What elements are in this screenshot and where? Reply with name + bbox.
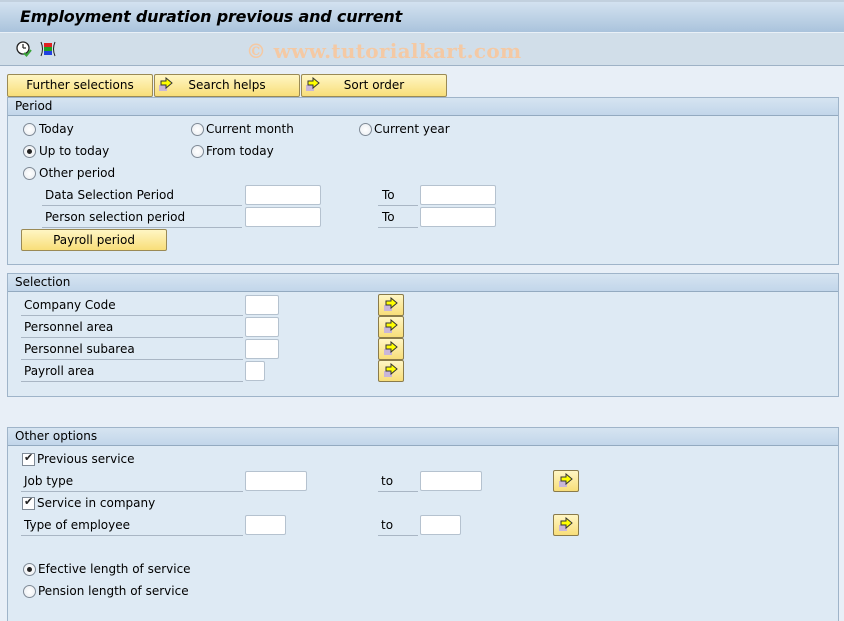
watermark-text: © www.tutorialkart.com [246, 39, 522, 63]
radio-effective-length-of-service[interactable] [23, 563, 36, 576]
label-underline [21, 359, 243, 360]
selection-group: Selection [7, 273, 839, 397]
arrow-right-icon [384, 297, 398, 311]
job-type-from-input[interactable] [245, 471, 307, 491]
personnel-subarea-multiple-selection-button[interactable] [378, 338, 404, 360]
label-from-today: From today [206, 144, 274, 158]
job-type-to-input[interactable] [420, 471, 482, 491]
payroll-area-multiple-selection-button[interactable] [378, 360, 404, 382]
label-to: To [382, 188, 395, 202]
person-selection-to-input[interactable] [420, 207, 496, 227]
type-of-employee-to-input[interactable] [420, 515, 461, 535]
radio-from-today[interactable] [191, 145, 204, 158]
other-options-header: Other options [8, 428, 838, 446]
further-selections-label: Further selections [26, 78, 134, 92]
label-other-period: Other period [39, 166, 116, 180]
payroll-area-input[interactable] [245, 361, 265, 381]
arrow-right-icon [559, 473, 573, 487]
label-previous-service: Previous service [37, 452, 135, 466]
company-code-multiple-selection-button[interactable] [378, 294, 404, 316]
payroll-period-button[interactable]: Payroll period [21, 229, 167, 251]
label-underline [378, 227, 418, 228]
page-title: Employment duration previous and current [20, 7, 403, 26]
label-up-to-today: Up to today [39, 144, 110, 158]
label-to: to [381, 518, 394, 532]
label-person-selection-period: Person selection period [45, 210, 186, 224]
label-underline [21, 381, 243, 382]
label-underline [21, 491, 243, 492]
arrow-right-icon [384, 319, 398, 333]
arrow-right-icon [559, 517, 573, 531]
label-company-code: Company Code [24, 298, 116, 312]
label-service-in-company: Service in company [37, 496, 156, 510]
period-header: Period [8, 98, 838, 116]
sort-order-button[interactable]: Sort order [301, 74, 447, 97]
select-variant-icon[interactable] [39, 40, 57, 58]
radio-up-to-today[interactable] [23, 145, 36, 158]
job-type-multiple-selection-button[interactable] [553, 470, 579, 492]
search-helps-label: Search helps [188, 78, 266, 92]
execute-clock-icon[interactable] [15, 40, 33, 58]
arrow-right-icon [384, 341, 398, 355]
label-current-month: Current month [206, 122, 294, 136]
radio-current-year[interactable] [359, 123, 372, 136]
company-code-input[interactable] [245, 295, 279, 315]
radio-other-period[interactable] [23, 167, 36, 180]
radio-pension-length-of-service[interactable] [23, 585, 36, 598]
sort-order-label: Sort order [343, 78, 405, 92]
radio-current-month[interactable] [191, 123, 204, 136]
label-underline [21, 535, 243, 536]
label-job-type: Job type [24, 474, 74, 488]
radio-today[interactable] [23, 123, 36, 136]
label-underline [378, 535, 418, 536]
title-bar: Employment duration previous and current [0, 0, 844, 33]
further-selections-button[interactable]: Further selections [7, 74, 153, 97]
label-underline [42, 205, 242, 206]
search-helps-button[interactable]: Search helps [154, 74, 300, 97]
label-to: to [381, 474, 394, 488]
previous-service-checkbox[interactable] [22, 451, 35, 466]
label-underline [21, 315, 243, 316]
label-to: To [382, 210, 395, 224]
label-personnel-subarea: Personnel subarea [24, 342, 135, 356]
person-selection-from-input[interactable] [245, 207, 321, 227]
label-payroll-area: Payroll area [24, 364, 95, 378]
application-toolbar: © www.tutorialkart.com [0, 33, 844, 66]
data-selection-to-input[interactable] [420, 185, 496, 205]
label-effective-length-of-service: Efective length of service [38, 562, 191, 576]
personnel-area-input[interactable] [245, 317, 279, 337]
arrow-right-icon [384, 363, 398, 377]
type-of-employee-from-input[interactable] [245, 515, 286, 535]
type-of-employee-multiple-selection-button[interactable] [553, 514, 579, 536]
label-pension-length-of-service: Pension length of service [38, 584, 189, 598]
label-personnel-area: Personnel area [24, 320, 114, 334]
label-underline [378, 491, 418, 492]
payroll-period-label: Payroll period [53, 233, 135, 247]
label-type-of-employee: Type of employee [24, 518, 130, 532]
personnel-subarea-input[interactable] [245, 339, 279, 359]
label-underline [21, 337, 243, 338]
label-today: Today [39, 122, 74, 136]
personnel-area-multiple-selection-button[interactable] [378, 316, 404, 338]
selection-header: Selection [8, 274, 838, 292]
data-selection-from-input[interactable] [245, 185, 321, 205]
label-underline [42, 227, 242, 228]
label-underline [378, 205, 418, 206]
label-data-selection-period: Data Selection Period [45, 188, 174, 202]
service-in-company-checkbox[interactable] [22, 495, 35, 510]
label-current-year: Current year [374, 122, 450, 136]
